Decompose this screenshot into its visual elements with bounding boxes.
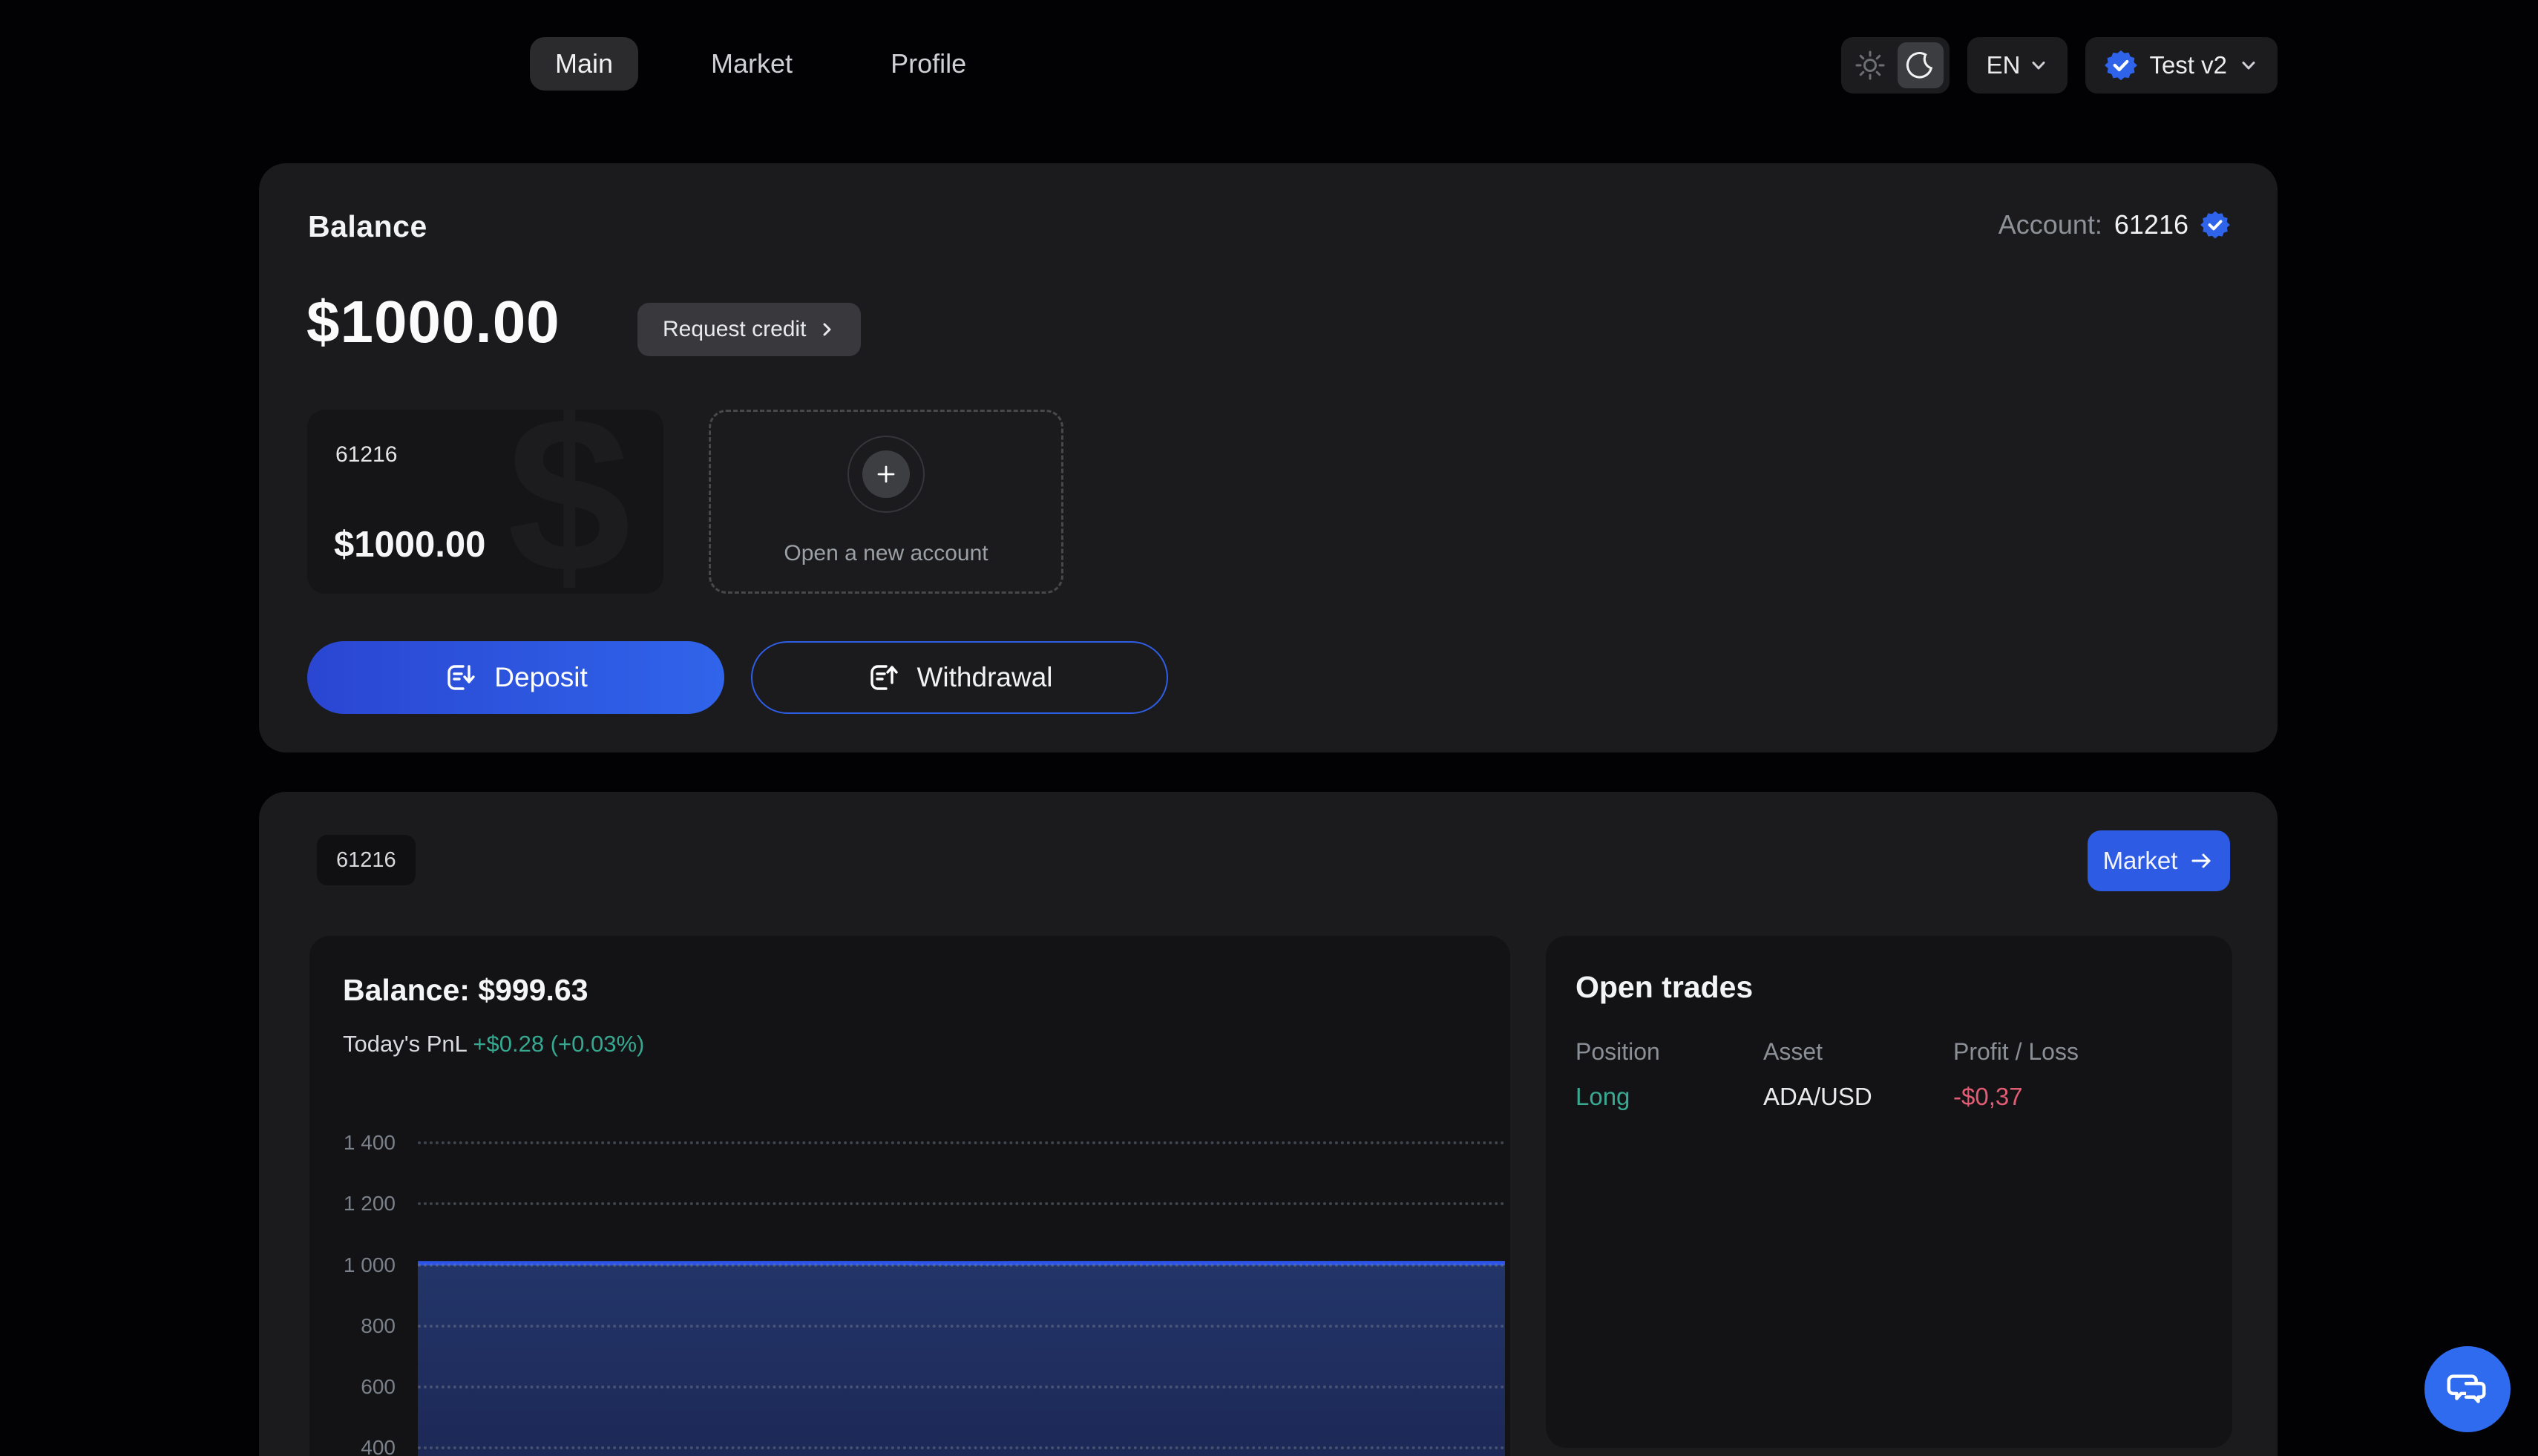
column-asset: Asset bbox=[1763, 1038, 1953, 1066]
y-tick-label: 1 400 bbox=[309, 1131, 407, 1155]
account-card[interactable]: $ 61216 $1000.00 bbox=[307, 410, 663, 594]
market-button-label: Market bbox=[2103, 847, 2178, 875]
account-menu[interactable]: Test v2 bbox=[2085, 37, 2278, 94]
language-selector[interactable]: EN bbox=[1967, 37, 2068, 94]
deposit-label: Deposit bbox=[494, 662, 587, 693]
account-number: 61216 bbox=[2114, 209, 2188, 240]
gridline-400: 400 bbox=[309, 1436, 1510, 1456]
column-position: Position bbox=[1575, 1038, 1763, 1066]
header-controls: EN Test v2 bbox=[1841, 37, 2278, 94]
account-menu-label: Test v2 bbox=[2149, 51, 2227, 79]
market-button[interactable]: Market bbox=[2088, 830, 2230, 891]
chevron-right-icon bbox=[818, 321, 836, 338]
verified-badge-icon bbox=[2200, 210, 2230, 240]
open-trades-panel: Open trades Position Asset Profit / Loss… bbox=[1546, 936, 2232, 1448]
withdrawal-icon bbox=[867, 660, 901, 695]
verified-badge-icon bbox=[2105, 49, 2137, 82]
y-tick-label: 600 bbox=[309, 1375, 407, 1399]
moon-icon bbox=[1905, 50, 1936, 81]
y-tick-label: 1 000 bbox=[309, 1253, 407, 1277]
open-trades-header: Position Asset Profit / Loss bbox=[1575, 1038, 2203, 1066]
dashboard-page: Main Market Profile bbox=[0, 0, 2538, 1456]
request-credit-button[interactable]: Request credit bbox=[637, 303, 861, 356]
balance-title: Balance bbox=[308, 209, 427, 244]
gridline-1200: 1 200 bbox=[309, 1192, 1510, 1216]
chat-bubbles-icon bbox=[2444, 1366, 2491, 1412]
account-chip[interactable]: 61216 bbox=[317, 835, 416, 885]
portfolio-card: 61216 Market Balance: $999.63 Today's Pn… bbox=[259, 792, 2278, 1456]
chevron-down-icon bbox=[2239, 56, 2258, 75]
withdrawal-button[interactable]: Withdrawal bbox=[751, 641, 1168, 714]
plus-icon[interactable] bbox=[862, 450, 910, 498]
open-new-account-label: Open a new account bbox=[711, 541, 1061, 566]
y-tick-label: 1 200 bbox=[309, 1192, 407, 1216]
chat-button[interactable] bbox=[2424, 1346, 2511, 1432]
gridline-600: 600 bbox=[309, 1375, 1510, 1399]
gridline-800: 800 bbox=[309, 1314, 1510, 1338]
sun-icon bbox=[1854, 49, 1886, 82]
tab-main[interactable]: Main bbox=[530, 37, 638, 91]
language-value: EN bbox=[1987, 51, 2021, 79]
balance-chart-panel: Balance: $999.63 Today's PnL +$0.28 (+0.… bbox=[309, 936, 1510, 1456]
y-tick-label: 800 bbox=[309, 1314, 407, 1338]
trade-profit-loss: -$0,37 bbox=[1953, 1083, 2203, 1111]
account-card-id: 61216 bbox=[335, 442, 397, 468]
balance-card: Balance Account: 61216 $1000.00 Request … bbox=[259, 163, 2278, 752]
open-trades-title: Open trades bbox=[1575, 970, 1753, 1005]
account-label: Account: bbox=[1998, 209, 2102, 240]
gridline-1000: 1 000 bbox=[309, 1253, 1510, 1277]
open-new-account-card[interactable]: Open a new account bbox=[709, 410, 1063, 594]
withdrawal-label: Withdrawal bbox=[917, 662, 1053, 693]
trade-asset: ADA/USD bbox=[1763, 1083, 1953, 1111]
dollar-watermark: $ bbox=[507, 410, 631, 594]
total-balance-amount: $1000.00 bbox=[306, 288, 560, 356]
tab-market[interactable]: Market bbox=[686, 37, 818, 91]
request-credit-label: Request credit bbox=[663, 317, 806, 342]
gridline-1400: 1 400 bbox=[309, 1131, 1510, 1155]
y-tick-label: 400 bbox=[309, 1436, 407, 1456]
deposit-button[interactable]: Deposit bbox=[307, 641, 724, 714]
light-theme-button[interactable] bbox=[1847, 42, 1893, 88]
account-info: Account: 61216 bbox=[1998, 209, 2230, 240]
trade-row: Long ADA/USD -$0,37 bbox=[1575, 1083, 2203, 1111]
chevron-down-icon bbox=[2029, 56, 2048, 75]
tab-profile[interactable]: Profile bbox=[865, 37, 991, 91]
deposit-icon bbox=[444, 660, 478, 695]
theme-toggle[interactable] bbox=[1841, 37, 1950, 94]
dark-theme-button[interactable] bbox=[1898, 42, 1944, 88]
account-card-balance: $1000.00 bbox=[334, 524, 485, 565]
arrow-right-icon bbox=[2189, 848, 2214, 873]
trade-position: Long bbox=[1575, 1083, 1763, 1111]
column-profit-loss: Profit / Loss bbox=[1953, 1038, 2203, 1066]
top-nav: Main Market Profile bbox=[530, 37, 991, 91]
